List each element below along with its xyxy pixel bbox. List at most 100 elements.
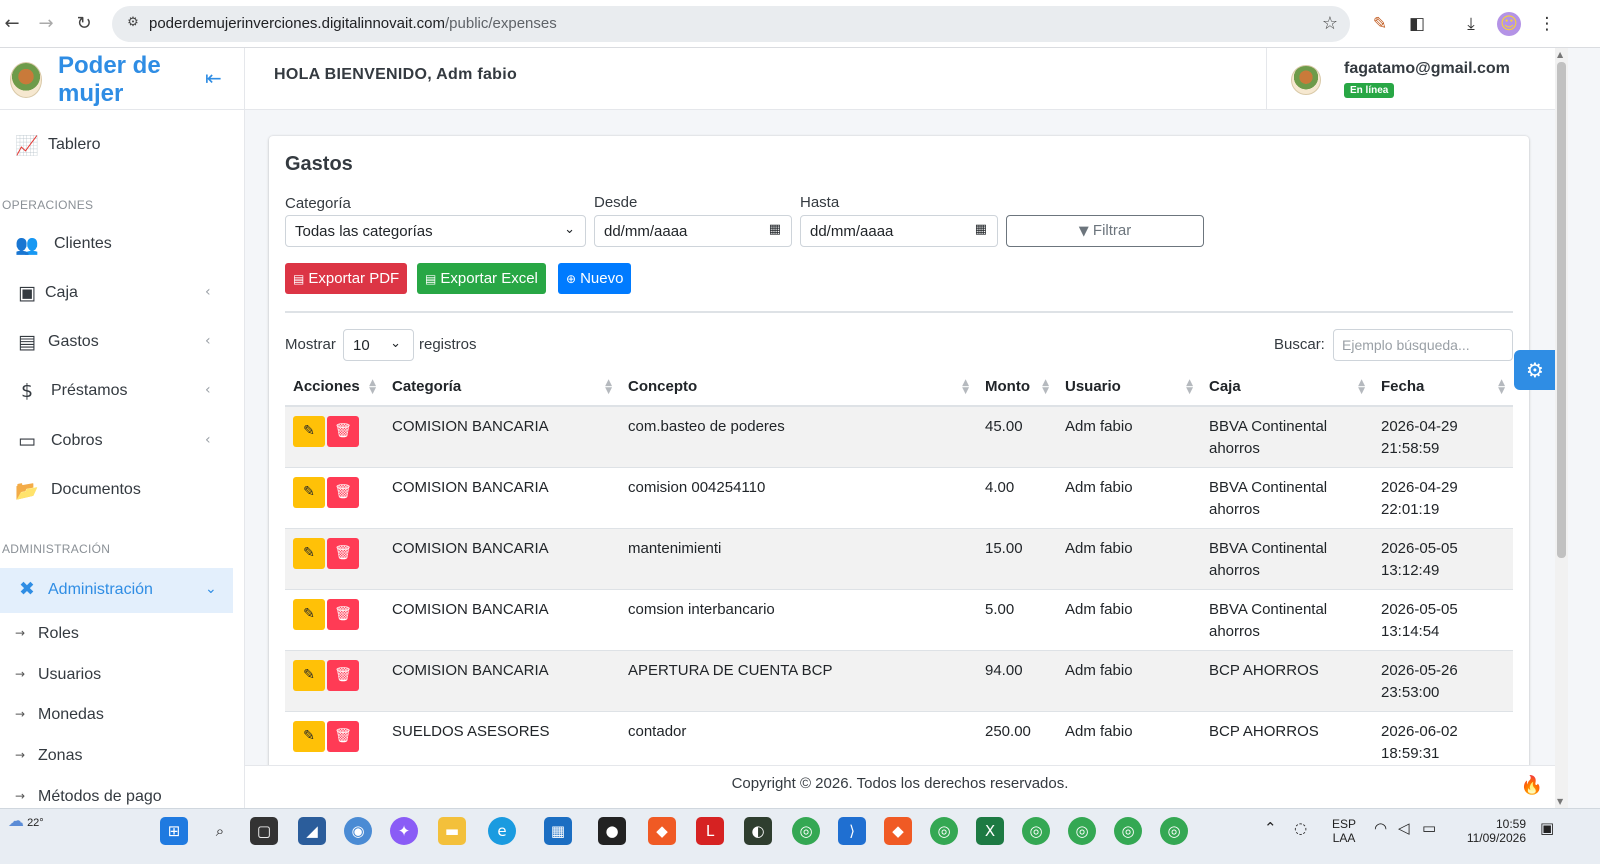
- download-icon[interactable]: ⤓: [1459, 12, 1483, 36]
- wifi-icon[interactable]: ◠: [1374, 819, 1387, 837]
- sidebar-subitem-roles[interactable]: → Roles: [0, 618, 233, 652]
- excel-icon[interactable]: X: [976, 817, 1004, 845]
- task-view-icon[interactable]: ▢: [250, 817, 278, 845]
- reload-icon[interactable]: ↻: [72, 12, 96, 36]
- edit-icon[interactable]: ✎: [293, 659, 325, 691]
- sidebar-item-caja[interactable]: ▣ Caja ‹: [0, 274, 233, 314]
- column-header-fecha[interactable]: Fecha ▲ ▼: [1373, 368, 1513, 407]
- notifications-icon[interactable]: ▣: [1540, 819, 1554, 837]
- brand-name[interactable]: Poder de mujer: [58, 52, 178, 108]
- page-scrollbar[interactable]: ▲ ▼: [1555, 48, 1568, 808]
- new-expense-button[interactable]: ⊕ Nuevo: [558, 263, 632, 294]
- nvidia-icon[interactable]: ◐: [744, 817, 772, 845]
- app-icon[interactable]: L: [696, 817, 724, 845]
- sidebar-item-cobros[interactable]: ▭ Cobros ‹: [0, 422, 233, 462]
- tray-app-icon[interactable]: ◌: [1294, 819, 1307, 837]
- export-excel-button[interactable]: ▤ Exportar Excel: [417, 263, 546, 294]
- edge-icon[interactable]: e: [488, 817, 516, 845]
- trash-icon[interactable]: 🗑: [327, 476, 359, 508]
- weather-widget[interactable]: ☁ 22°: [8, 811, 44, 830]
- language-indicator[interactable]: ESP LAA: [1332, 817, 1356, 845]
- file-explorer-icon[interactable]: ▬: [438, 817, 466, 845]
- column-header-caja[interactable]: Caja ▲ ▼: [1201, 368, 1373, 407]
- browser-menu-icon[interactable]: ⋮: [1535, 12, 1559, 36]
- trash-icon[interactable]: 🗑: [327, 537, 359, 569]
- sidebar-item-gastos[interactable]: ▤ Gastos ‹: [0, 323, 233, 363]
- sidebar-subitem-monedas[interactable]: → Monedas: [0, 699, 233, 733]
- app-icon[interactable]: ◉: [344, 817, 372, 845]
- column-header-monto[interactable]: Monto ▲ ▼: [977, 368, 1057, 407]
- windows-start-icon[interactable]: ⊞: [160, 817, 188, 845]
- user-menu[interactable]: fagatamo@gmail.com En línea: [1266, 48, 1555, 110]
- fire-icon[interactable]: 🔥: [1521, 768, 1543, 803]
- chevron-up-icon[interactable]: ⌃: [1264, 819, 1277, 837]
- calendar-icon[interactable]: ▦: [769, 222, 781, 237]
- chrome-icon[interactable]: ◎: [792, 817, 820, 845]
- section-administracion: ADMINISTRACIÓN: [2, 542, 111, 556]
- sidebar-subitem-zonas[interactable]: → Zonas: [0, 740, 233, 774]
- back-icon[interactable]: ←: [0, 12, 24, 36]
- caja-cell: BCP AHORROS: [1201, 711, 1373, 772]
- extensions-puzzle-icon[interactable]: ◧: [1405, 12, 1429, 36]
- search-icon[interactable]: ⌕: [206, 817, 234, 845]
- chrome-icon[interactable]: ◎: [930, 817, 958, 845]
- app-icon[interactable]: ◢: [298, 817, 326, 845]
- column-header-acciones[interactable]: Acciones ▲ ▼: [285, 368, 384, 407]
- edit-icon[interactable]: ✎: [293, 416, 325, 447]
- extension-icon[interactable]: ✎: [1368, 12, 1392, 36]
- scroll-up-icon[interactable]: ▲: [1557, 50, 1563, 59]
- url-text[interactable]: poderdemujerinverciones.digitalinnovait.…: [149, 15, 557, 32]
- sidebar-subitem-metodos-de-pago[interactable]: → Métodos de pago: [0, 781, 233, 808]
- chrome-icon[interactable]: ◎: [1160, 817, 1188, 845]
- sidebar-item-documentos[interactable]: 📂 Documentos: [0, 471, 233, 511]
- search-input[interactable]: [1333, 329, 1513, 361]
- avatar[interactable]: [1291, 65, 1321, 95]
- battery-icon[interactable]: ▭: [1422, 819, 1436, 837]
- sidebar-item-prestamos[interactable]: $ Préstamos ‹: [0, 372, 233, 412]
- forward-icon[interactable]: →: [34, 12, 58, 36]
- store-icon[interactable]: ▦: [544, 817, 572, 845]
- trash-icon[interactable]: 🗑: [327, 720, 359, 752]
- scroll-down-icon[interactable]: ▼: [1557, 797, 1563, 806]
- categoria-cell: COMISION BANCARIA: [384, 589, 620, 650]
- settings-gear-icon[interactable]: ⚙: [1514, 350, 1556, 390]
- trash-icon[interactable]: 🗑: [327, 416, 359, 447]
- chrome-icon[interactable]: ◎: [1114, 817, 1142, 845]
- chrome-icon[interactable]: ◎: [1068, 817, 1096, 845]
- column-header-categoria[interactable]: Categoría ▲ ▼: [384, 368, 620, 407]
- volume-muted-icon[interactable]: ◁: [1398, 819, 1410, 837]
- sidebar-subitem-usuarios[interactable]: → Usuarios: [0, 659, 233, 693]
- profile-avatar-icon[interactable]: ☺: [1497, 12, 1521, 36]
- edit-icon[interactable]: ✎: [293, 537, 325, 569]
- bookmark-star-icon[interactable]: ☆: [1322, 13, 1338, 34]
- page-length-select[interactable]: 10 ⌄: [343, 329, 414, 361]
- copyright-text: Copyright © 2026. Todos los derechos res…: [731, 775, 1069, 792]
- trash-icon[interactable]: 🗑: [327, 598, 359, 630]
- address-bar[interactable]: ⚙ poderdemujerinverciones.digitalinnovai…: [112, 6, 1350, 42]
- copilot-icon[interactable]: ✦: [390, 817, 418, 845]
- site-settings-icon[interactable]: ⚙: [124, 15, 142, 33]
- sidebar-item-administracion[interactable]: ✖ Administración ⌄: [0, 568, 233, 613]
- sidebar-item-clientes[interactable]: 👥 Clientes: [0, 225, 233, 265]
- brave-icon[interactable]: ◆: [648, 817, 676, 845]
- app-icon[interactable]: ●: [598, 817, 626, 845]
- desde-date-input[interactable]: dd/mm/aaaa ▦: [594, 215, 792, 247]
- filter-button[interactable]: ▼ Filtrar: [1006, 215, 1204, 247]
- column-header-usuario[interactable]: Usuario ▲ ▼: [1057, 368, 1201, 407]
- calendar-icon[interactable]: ▦: [975, 222, 987, 237]
- hasta-date-input[interactable]: dd/mm/aaaa ▦: [800, 215, 998, 247]
- export-pdf-button[interactable]: ▤ Exportar PDF: [285, 263, 408, 294]
- collapse-sidebar-icon[interactable]: ⇤: [205, 66, 222, 90]
- edit-icon[interactable]: ✎: [293, 476, 325, 508]
- scrollbar-thumb[interactable]: [1557, 62, 1566, 558]
- trash-icon[interactable]: 🗑: [327, 659, 359, 691]
- sidebar-item-tablero[interactable]: 📈 Tablero: [0, 126, 233, 166]
- clock[interactable]: 10:59 11/09/2026: [1458, 817, 1526, 845]
- categoria-select[interactable]: Todas las categorías ⌄: [285, 215, 586, 247]
- chrome-icon[interactable]: ◎: [1022, 817, 1050, 845]
- brave-icon[interactable]: ◆: [884, 817, 912, 845]
- column-header-concepto[interactable]: Concepto ▲ ▼: [620, 368, 977, 407]
- edit-icon[interactable]: ✎: [293, 720, 325, 752]
- vscode-icon[interactable]: ⟩: [838, 817, 866, 845]
- edit-icon[interactable]: ✎: [293, 598, 325, 630]
